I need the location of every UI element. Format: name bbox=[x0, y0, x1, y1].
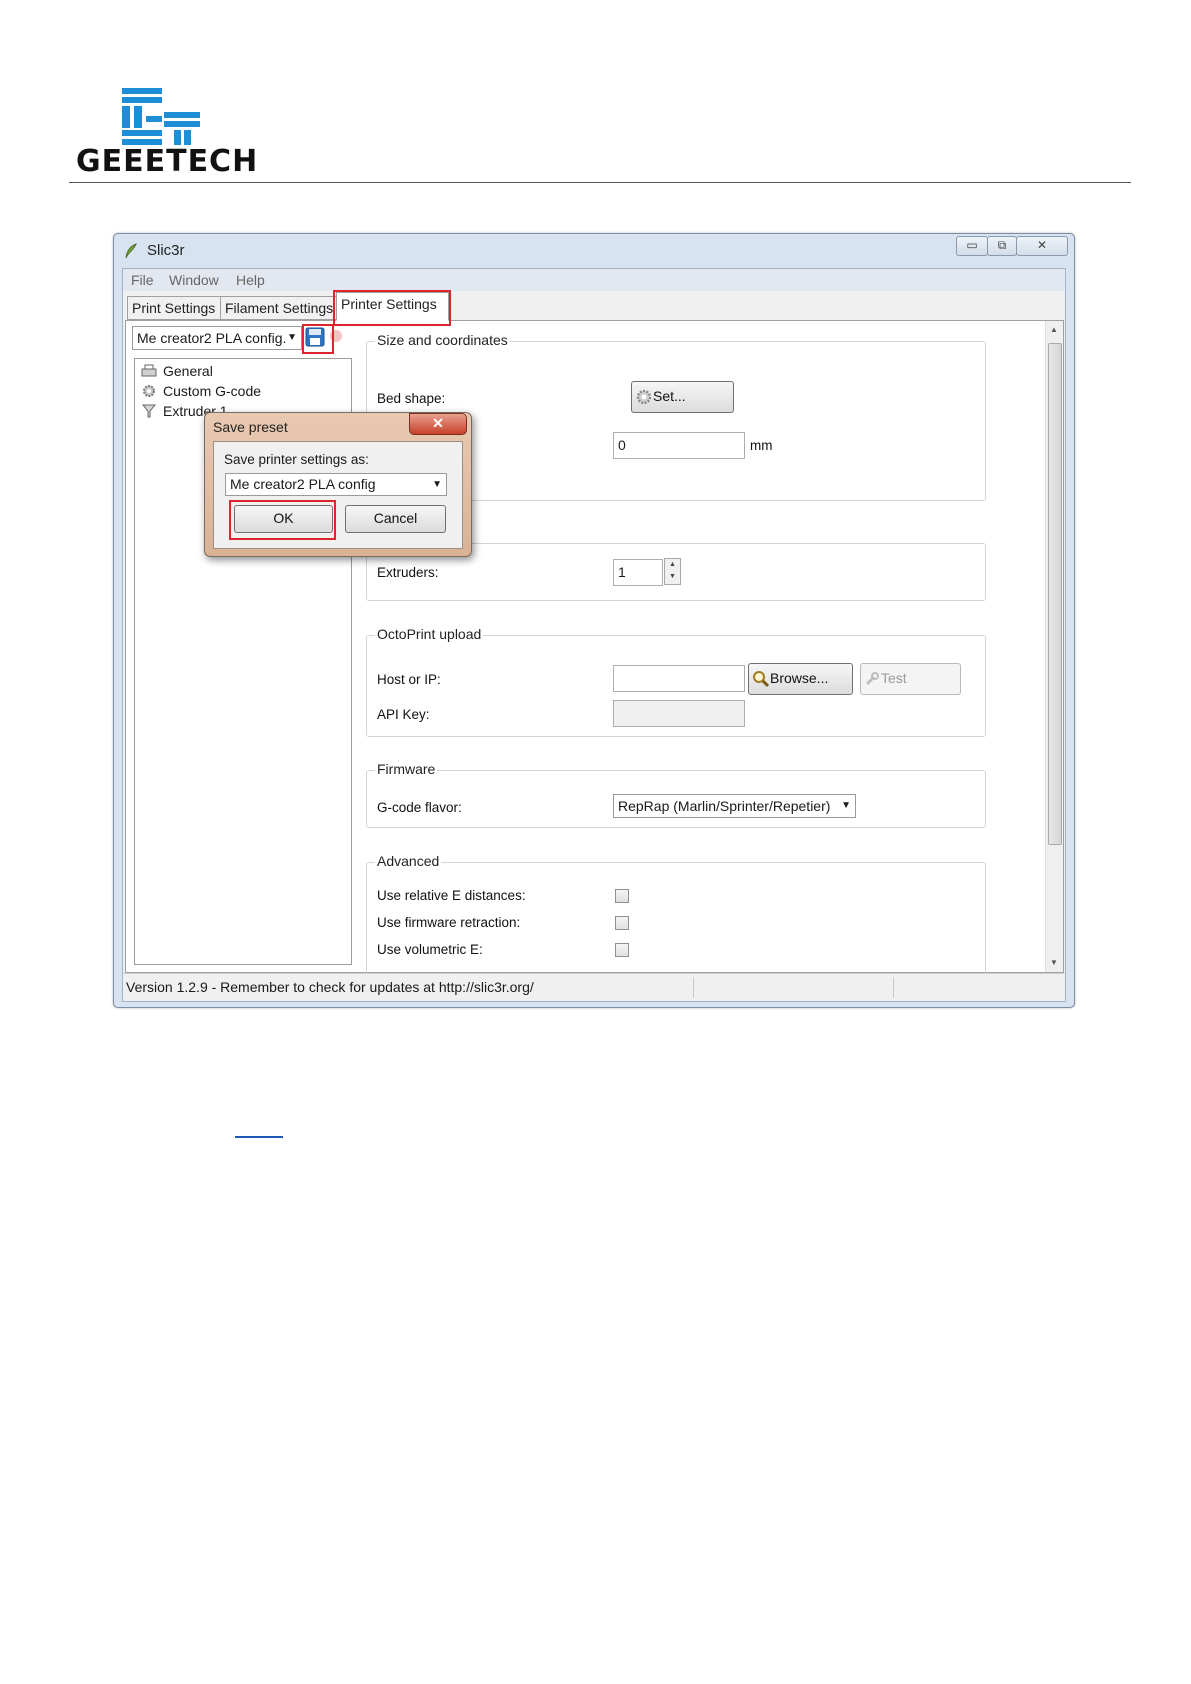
dialog-close-button[interactable]: ✕ bbox=[409, 413, 467, 435]
status-divider bbox=[693, 977, 694, 998]
minimize-button[interactable]: ▭ bbox=[956, 236, 988, 256]
z-offset-unit: mm bbox=[750, 438, 773, 453]
menu-window[interactable]: Window bbox=[169, 272, 219, 288]
host-input[interactable] bbox=[613, 665, 745, 692]
slic3r-window: Slic3r ▭ ⧉ ✕ File Window Help Print Sett… bbox=[113, 233, 1075, 1008]
window-title: Slic3r bbox=[147, 242, 185, 259]
highlight-printer-tab bbox=[333, 290, 451, 326]
tree-item-label: Custom G-code bbox=[163, 383, 262, 399]
maximize-button[interactable]: ⧉ bbox=[987, 236, 1017, 256]
vertical-scrollbar[interactable]: ▲ ▼ bbox=[1045, 321, 1063, 972]
test-button[interactable]: Test bbox=[860, 663, 961, 695]
extruders-stepper[interactable]: ▲ ▼ bbox=[664, 558, 681, 585]
z-offset-input[interactable]: 0 bbox=[613, 432, 745, 459]
chevron-down-icon: ▼ bbox=[841, 800, 851, 811]
tab-print-settings[interactable]: Print Settings bbox=[127, 296, 222, 320]
dialog-prompt: Save printer settings as: bbox=[224, 452, 369, 467]
tree-item-general[interactable]: General bbox=[141, 363, 213, 379]
gcode-flavor-label: G-code flavor: bbox=[377, 800, 462, 815]
gcode-flavor-select[interactable]: RepRap (Marlin/Sprinter/Repetier) ▼ bbox=[613, 794, 856, 818]
header-divider bbox=[69, 182, 1131, 183]
funnel-icon bbox=[141, 404, 157, 418]
relative-e-label: Use relative E distances: bbox=[377, 888, 526, 903]
window-client: File Window Help Print Settings Filament… bbox=[122, 268, 1066, 1002]
browse-button[interactable]: Browse... bbox=[748, 663, 853, 695]
scroll-up-icon[interactable]: ▲ bbox=[1050, 325, 1058, 334]
logo-text: GEEETECH bbox=[76, 144, 259, 179]
menu-help[interactable]: Help bbox=[236, 272, 265, 288]
group-title: Advanced bbox=[375, 853, 442, 869]
magnifier-icon bbox=[753, 671, 770, 688]
group-title: OctoPrint upload bbox=[375, 626, 484, 642]
preset-select-value: Me creator2 PLA config. bbox=[137, 330, 287, 346]
test-button-label: Test bbox=[881, 670, 907, 686]
slic3r-app-icon bbox=[125, 243, 137, 259]
group-title: Firmware bbox=[375, 761, 438, 777]
bed-shape-label: Bed shape: bbox=[377, 391, 446, 406]
firmware-retraction-checkbox[interactable] bbox=[615, 916, 629, 930]
dialog-title: Save preset bbox=[213, 419, 288, 435]
preset-select[interactable]: Me creator2 PLA config. ▼ bbox=[132, 326, 302, 350]
scroll-down-icon[interactable]: ▼ bbox=[1050, 958, 1058, 967]
gear-icon bbox=[143, 385, 155, 397]
browse-button-label: Browse... bbox=[770, 670, 829, 686]
save-preset-dialog: Save preset ✕ Save printer settings as: … bbox=[204, 412, 472, 557]
logo-mark bbox=[122, 88, 200, 145]
document-link[interactable] bbox=[235, 1134, 283, 1138]
close-button[interactable]: ✕ bbox=[1016, 236, 1068, 256]
volumetric-e-label: Use volumetric E: bbox=[377, 942, 483, 957]
geeetech-logo: GEEETECH bbox=[76, 88, 266, 180]
status-bar: Version 1.2.9 - Remember to check for up… bbox=[123, 973, 1065, 1001]
dialog-body: Save printer settings as: Me creator2 PL… bbox=[213, 441, 463, 549]
gcode-flavor-value: RepRap (Marlin/Sprinter/Repetier) bbox=[618, 798, 831, 814]
api-key-input[interactable] bbox=[613, 700, 745, 727]
chevron-down-icon: ▼ bbox=[432, 479, 442, 490]
tab-filament-settings[interactable]: Filament Settings bbox=[220, 296, 337, 320]
set-button-label: Set... bbox=[653, 388, 686, 404]
tree-item-label: General bbox=[163, 363, 213, 379]
gear-icon bbox=[636, 389, 652, 405]
menu-file[interactable]: File bbox=[131, 272, 154, 288]
relative-e-checkbox[interactable] bbox=[615, 889, 629, 903]
menu-bar: File Window Help bbox=[123, 269, 1065, 291]
wrench-icon bbox=[865, 672, 879, 686]
group-title: Size and coordinates bbox=[375, 332, 510, 348]
cancel-button[interactable]: Cancel bbox=[345, 505, 446, 533]
highlight-save-icon bbox=[302, 324, 334, 354]
bed-shape-set-button[interactable]: Set... bbox=[631, 381, 734, 413]
chevron-down-icon: ▼ bbox=[287, 332, 297, 343]
status-divider bbox=[893, 977, 894, 998]
highlight-ok-button bbox=[229, 500, 336, 540]
scrollbar-thumb[interactable] bbox=[1048, 343, 1062, 845]
extruders-label: Extruders: bbox=[377, 565, 439, 580]
volumetric-e-checkbox[interactable] bbox=[615, 943, 629, 957]
tree-item-custom-gcode[interactable]: Custom G-code bbox=[141, 383, 261, 399]
host-label: Host or IP: bbox=[377, 672, 441, 687]
status-text: Version 1.2.9 - Remember to check for up… bbox=[126, 979, 534, 995]
extruders-input[interactable]: 1 bbox=[613, 559, 663, 586]
firmware-retraction-label: Use firmware retraction: bbox=[377, 915, 521, 930]
preset-name-value: Me creator2 PLA config bbox=[230, 476, 376, 492]
preset-name-input[interactable]: Me creator2 PLA config ▼ bbox=[225, 473, 447, 496]
api-key-label: API Key: bbox=[377, 707, 430, 722]
printer-icon bbox=[141, 364, 157, 377]
